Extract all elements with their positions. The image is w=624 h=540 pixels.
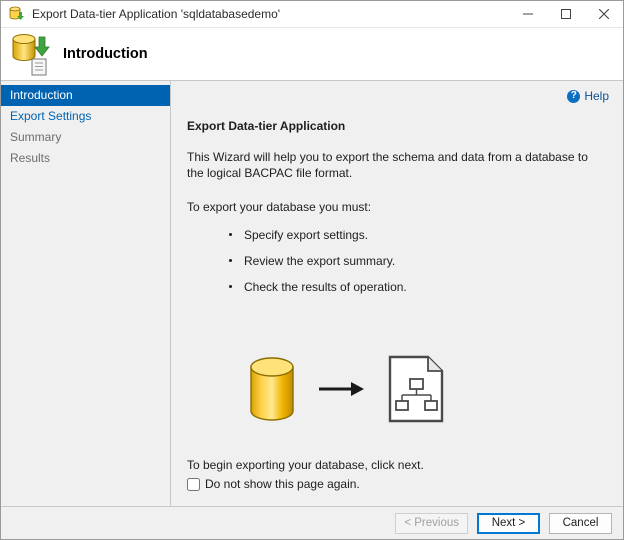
bullet-icon	[229, 259, 232, 262]
sidebar-item-export-settings[interactable]: Export Settings	[1, 106, 170, 127]
do-not-show-row: Do not show this page again.	[187, 477, 609, 491]
cancel-button[interactable]: Cancel	[549, 513, 612, 534]
sidebar-item-summary[interactable]: Summary	[1, 127, 170, 148]
wizard-steps-sidebar: Introduction Export Settings Summary Res…	[1, 81, 171, 506]
wizard-header: Introduction	[1, 28, 623, 81]
minimize-button[interactable]	[509, 1, 547, 27]
list-item: Specify export settings.	[187, 228, 609, 242]
maximize-button[interactable]	[547, 1, 585, 27]
title-bar: Export Data-tier Application 'sqldatabas…	[1, 1, 623, 28]
requirements-label: To export your database you must:	[187, 200, 609, 214]
close-button[interactable]	[585, 1, 623, 27]
button-bar: < Previous Next > Cancel	[1, 506, 623, 539]
help-link[interactable]: ? Help	[567, 89, 609, 103]
section-heading: Export Data-tier Application	[187, 119, 609, 133]
window-app-icon	[9, 6, 25, 22]
requirements-list: Specify export settings. Review the expo…	[187, 228, 609, 294]
intro-paragraph: This Wizard will help you to export the …	[187, 149, 607, 181]
main-pane: ? Help Export Data-tier Application This…	[171, 81, 623, 506]
bullet-icon	[229, 233, 232, 236]
database-export-icon	[11, 32, 51, 76]
window-controls	[509, 1, 623, 27]
sidebar-item-introduction[interactable]: Introduction	[1, 85, 170, 106]
begin-instruction: To begin exporting your database, click …	[187, 458, 609, 472]
do-not-show-checkbox[interactable]	[187, 478, 200, 491]
help-icon: ?	[567, 90, 580, 103]
list-item-label: Specify export settings.	[244, 228, 368, 242]
list-item-label: Review the export summary.	[244, 254, 395, 268]
next-button[interactable]: Next >	[477, 513, 540, 534]
bullet-icon	[229, 285, 232, 288]
export-dac-wizard-window: Export Data-tier Application 'sqldatabas…	[0, 0, 624, 540]
window-title: Export Data-tier Application 'sqldatabas…	[32, 7, 509, 21]
do-not-show-label[interactable]: Do not show this page again.	[205, 477, 360, 491]
help-label: Help	[584, 89, 609, 103]
list-item-label: Check the results of operation.	[244, 280, 407, 294]
previous-button[interactable]: < Previous	[395, 513, 468, 534]
export-illustration	[249, 336, 609, 444]
bacpac-file-icon	[387, 354, 445, 427]
arrow-right-icon	[317, 379, 365, 402]
sidebar-item-results[interactable]: Results	[1, 148, 170, 169]
list-item: Review the export summary.	[187, 254, 609, 268]
content-area: Introduction Export Settings Summary Res…	[1, 81, 623, 506]
list-item: Check the results of operation.	[187, 280, 609, 294]
page-title: Introduction	[63, 46, 148, 62]
database-cylinder-icon	[249, 356, 295, 425]
